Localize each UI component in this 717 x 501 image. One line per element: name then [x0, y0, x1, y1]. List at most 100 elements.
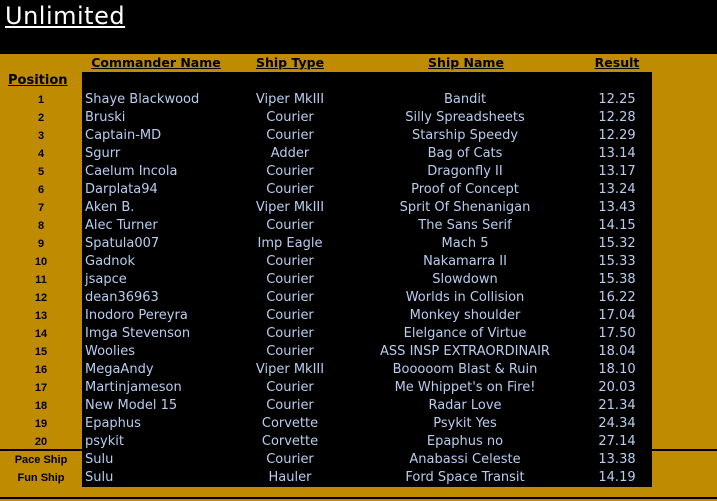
ship-name-cell: Proof of Concept	[411, 182, 519, 197]
ship-name-cell: Epaphus no	[426, 434, 504, 449]
ship-name-cell: Bag of Cats	[427, 146, 503, 161]
position-cell: 16	[34, 364, 48, 376]
ship-type-cell: Courier	[266, 272, 314, 287]
result-cell: 12.25	[598, 92, 636, 107]
ship-type-cell: Courier	[266, 182, 314, 197]
commander-cell: MegaAndy	[85, 362, 154, 377]
ship-name-cell: Nakamarra II	[423, 254, 507, 269]
commander-cell: Alec Turner	[85, 218, 158, 233]
commander-cell: Shaye Blackwood	[85, 92, 200, 107]
ship-name-cell: Psykit Yes	[433, 416, 497, 431]
commander-cell: Gadnok	[85, 254, 136, 269]
result-cell: 24.34	[598, 416, 636, 431]
position-cell: 2	[37, 112, 45, 124]
result-cell: 15.33	[598, 254, 636, 269]
table-row: 8 Alec Turner Courier The Sans Serif 14.15	[0, 218, 717, 236]
position-cell: 15	[34, 346, 48, 358]
table-row: 3 Captain-MD Courier Starship Speedy 12.29	[0, 128, 717, 146]
result-cell: 15.38	[598, 272, 636, 287]
ship-name-cell: Sprit Of Shenanigan	[399, 200, 531, 215]
result-cell: 12.28	[598, 110, 636, 125]
position-cell: 11	[35, 274, 47, 286]
ship-type-cell: Viper MkIII	[255, 200, 325, 215]
header-ship-name: Ship Name	[428, 55, 504, 70]
result-cell: 18.10	[598, 362, 636, 377]
position-cell: 4	[37, 148, 45, 160]
ship-type-cell: Courier	[266, 290, 314, 305]
position-cell: 8	[37, 220, 45, 232]
ship-type-cell: Courier	[266, 128, 314, 143]
commander-cell: Aken B.	[85, 200, 135, 215]
position-cell: 6	[37, 184, 45, 196]
result-cell: 17.04	[598, 308, 636, 323]
ship-type-cell: Corvette	[261, 434, 319, 449]
commander-cell: jsapce	[85, 272, 127, 287]
table-row: 15 Woolies Courier ASS INSP EXTRAORDINAIR 18…	[0, 344, 717, 362]
ship-type-cell: Courier	[266, 110, 314, 125]
table-row: 13 Inodoro Pereyra Courier Monkey shoulder 1…	[0, 308, 717, 326]
commander-cell: Sulu	[85, 470, 114, 485]
table-row: 11 jsapce Courier Slowdown 15.38	[0, 272, 717, 290]
ship-type-cell: Courier	[266, 452, 314, 467]
table-row: 1 Shaye Blackwood Viper MkIII Bandit 12.25	[0, 92, 717, 110]
commander-cell: Sgurr	[85, 146, 121, 161]
position-cell: 17	[34, 382, 48, 394]
ship-type-cell: Hauler	[268, 470, 312, 485]
header-ship-type: Ship Type	[255, 55, 325, 70]
commander-cell: Spatula007	[85, 236, 160, 251]
commander-cell: dean36963	[85, 290, 159, 305]
ship-name-cell: ASS INSP EXTRAORDINAIR	[380, 344, 550, 359]
position-cell: 20	[34, 436, 48, 448]
commander-cell: psykit	[85, 434, 124, 449]
result-cell: 16.22	[598, 290, 636, 305]
position-cell: 3	[37, 130, 45, 142]
result-cell: 14.15	[598, 218, 636, 233]
ship-name-cell: Starship Speedy	[411, 128, 519, 143]
ship-name-cell: The Sans Serif	[418, 218, 512, 233]
table-row: 5 Caelum Incola Courier Dragonfly II 13.17	[0, 164, 717, 182]
table-row: 10 Gadnok Courier Nakamarra II 15.33	[0, 254, 717, 272]
ship-name-cell: Dragonfly II	[427, 164, 503, 179]
page-title: Unlimited	[5, 2, 126, 30]
ship-name-cell: Slowdown	[432, 272, 498, 287]
ship-type-cell: Imp Eagle	[257, 236, 323, 251]
result-cell: 21.34	[598, 398, 636, 413]
commander-cell: Bruski	[85, 110, 126, 125]
result-cell: 12.29	[598, 128, 636, 143]
table-row: 20 psykit Corvette Epaphus no 27.14	[0, 434, 717, 452]
result-cell: 15.32	[598, 236, 636, 251]
ship-name-cell: Monkey shoulder	[409, 308, 521, 323]
ship-type-cell: Courier	[266, 164, 314, 179]
position-cell: 5	[37, 166, 45, 178]
ship-type-cell: Adder	[270, 146, 310, 161]
ship-name-cell: Elelgance of Virtue	[403, 326, 527, 341]
result-cell: 18.04	[598, 344, 636, 359]
table-row: 19 Epaphus Corvette Psykit Yes 24.34	[0, 416, 717, 434]
position-cell: 13	[34, 310, 48, 322]
table-row: 18 New Model 15 Courier Radar Love 21.34	[0, 398, 717, 416]
position-cell: 10	[34, 256, 48, 268]
position-cell: Fun Ship	[17, 472, 65, 484]
ship-name-cell: Bandit	[443, 92, 487, 107]
commander-cell: Darplata94	[85, 182, 158, 197]
special-row: Pace Ship Sulu Courier Anabassi Celeste 13.3…	[0, 452, 717, 470]
position-cell: 1	[37, 94, 45, 106]
position-cell: 19	[34, 418, 48, 430]
table-row: 4 Sgurr Adder Bag of Cats 13.14	[0, 146, 717, 164]
header-position: Position	[8, 73, 68, 88]
special-row: Fun Ship Sulu Hauler Ford Space Transit 14.1…	[0, 470, 717, 488]
ship-name-cell: Silly Spreadsheets	[405, 110, 525, 125]
result-cell: 14.19	[598, 470, 636, 485]
ship-name-cell: Me Whippet's on Fire!	[394, 380, 536, 395]
position-cell: 12	[34, 292, 48, 304]
result-cell: 27.14	[598, 434, 636, 449]
commander-cell: Inodoro Pereyra	[85, 308, 188, 323]
position-cell: Pace Ship	[14, 454, 68, 466]
result-cell: 13.38	[598, 452, 636, 467]
header-result: Result	[594, 55, 640, 70]
position-cell: 14	[34, 328, 48, 340]
ship-type-cell: Courier	[266, 380, 314, 395]
table-row: 6 Darplata94 Courier Proof of Concept 13.24	[0, 182, 717, 200]
result-cell: 13.17	[598, 164, 636, 179]
commander-cell: Sulu	[85, 452, 114, 467]
